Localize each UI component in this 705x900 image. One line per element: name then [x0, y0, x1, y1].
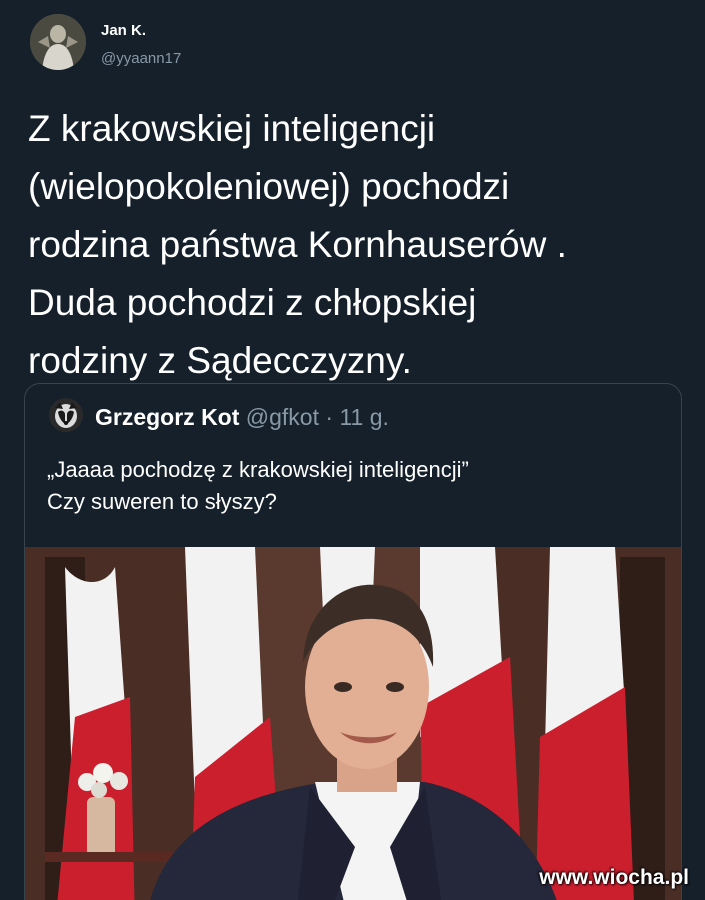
quoted-tweet-card[interactable]: Grzegorz Kot @gfkot · 11 g. „Jaaaa pocho…: [24, 383, 682, 900]
quoted-tweet-text: „Jaaaa pochodzę z krakowskiej inteligenc…: [47, 457, 469, 514]
author-avatar[interactable]: [30, 14, 86, 70]
quoted-tweet-photo[interactable]: [25, 547, 681, 900]
tweet-text: Z krakowskiej inteligencji (wielopokolen…: [28, 108, 567, 381]
quoted-author-avatar-image: [49, 398, 83, 432]
tweet: Jan K. @yyaann17 Z krakowskiej inteligen…: [0, 0, 705, 900]
photo-scene: [25, 547, 681, 900]
header-separator: ·: [325, 404, 334, 430]
quoted-author-name[interactable]: Grzegorz Kot: [95, 404, 239, 430]
author-handle[interactable]: @yyaann17: [101, 50, 181, 67]
author-display-name[interactable]: Jan K.: [101, 22, 146, 39]
quoted-author-handle[interactable]: @gfkot: [246, 404, 319, 430]
site-watermark: www.wiocha.pl: [539, 866, 689, 889]
quoted-author-avatar[interactable]: [49, 398, 83, 432]
quoted-tweet-header: Grzegorz Kot @gfkot · 11 g.: [95, 404, 389, 431]
quoted-tweet-timestamp[interactable]: 11 g.: [339, 404, 388, 430]
author-avatar-image: [30, 14, 86, 70]
